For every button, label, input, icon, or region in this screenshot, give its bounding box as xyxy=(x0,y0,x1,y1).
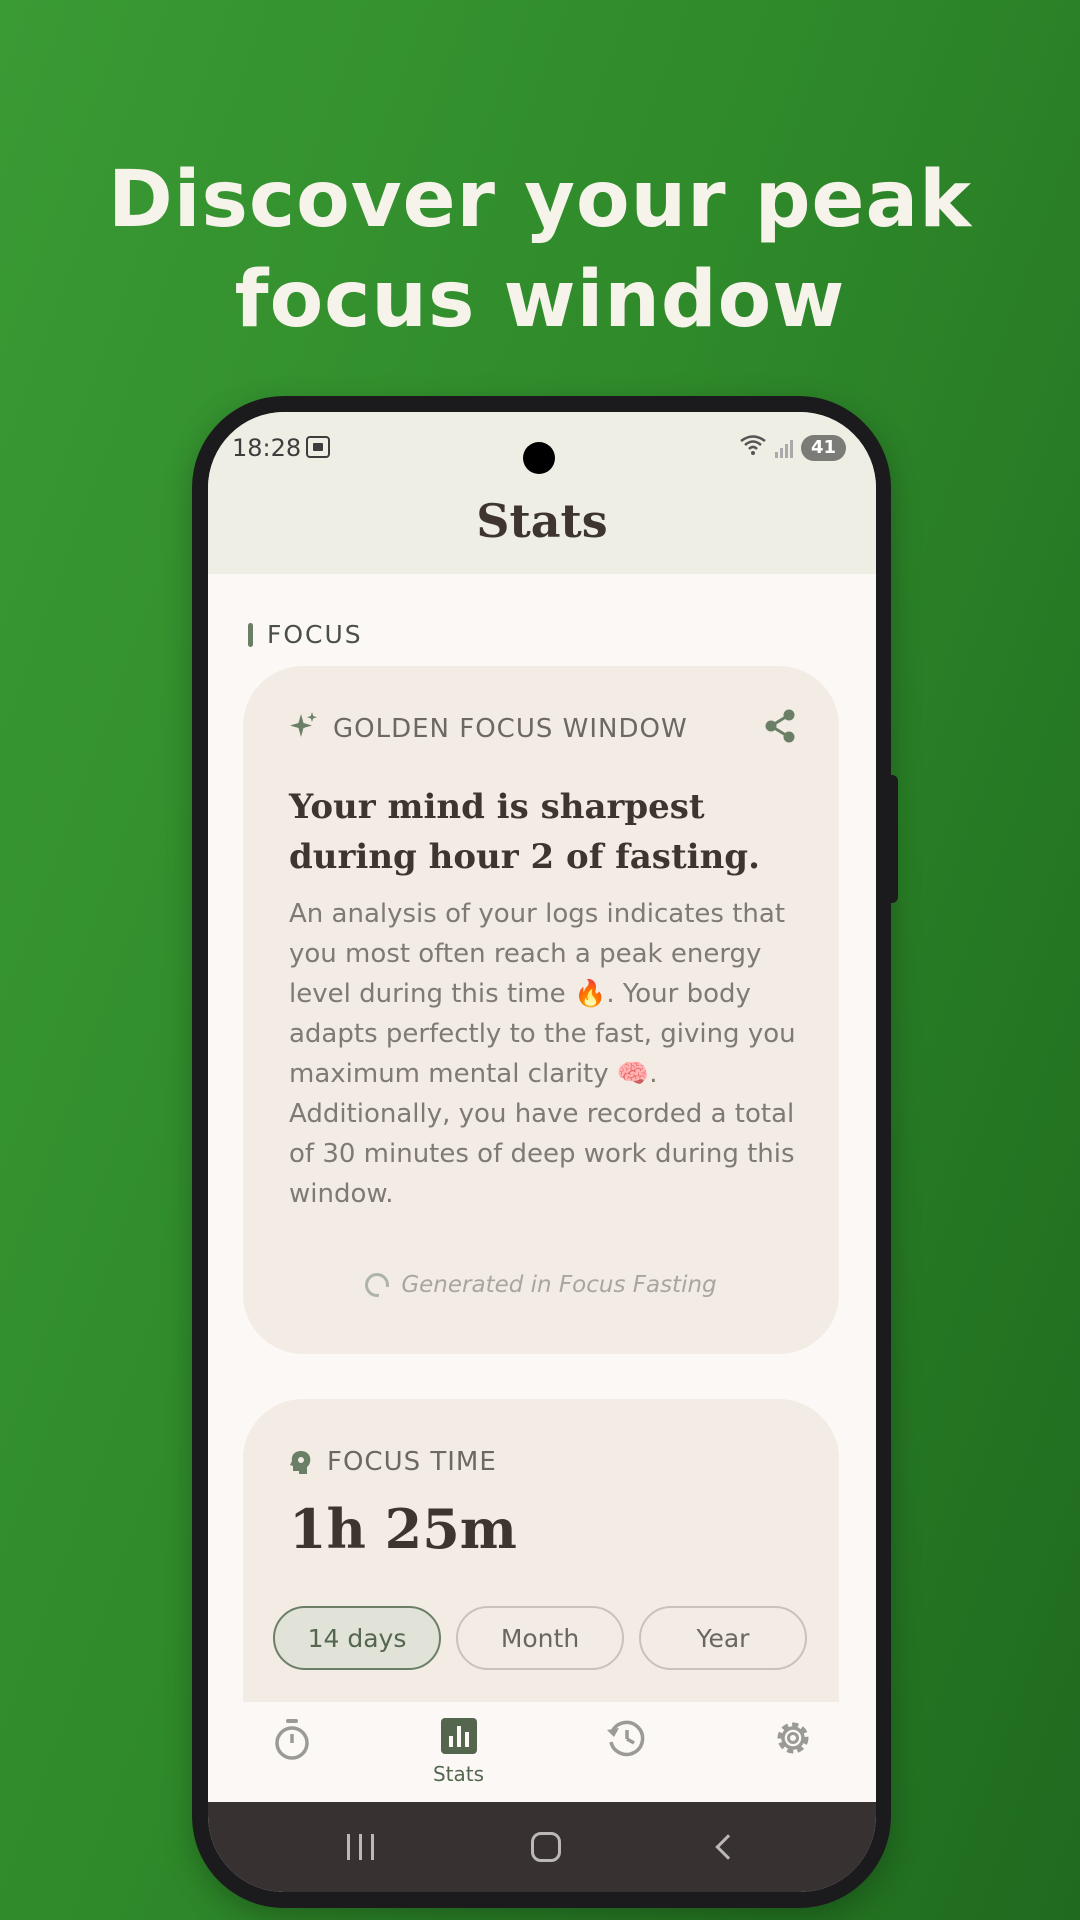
screenshot-icon xyxy=(306,436,330,458)
status-time: 18:28 xyxy=(232,434,302,462)
section-accent-bar xyxy=(248,622,253,647)
timer-icon xyxy=(272,1718,312,1766)
status-indicators: 41 xyxy=(739,434,846,461)
golden-card-label: GOLDEN FOCUS WINDOW xyxy=(333,714,688,744)
phone-screen: 18:28 41 Stats FOCUS GOLDEN FOCUS WINDOW… xyxy=(208,412,876,1892)
golden-card-title: Your mind is sharpest during hour 2 of f… xyxy=(289,787,760,877)
golden-card-header: GOLDEN FOCUS WINDOW xyxy=(289,710,688,748)
promo-headline: Discover your peak focus window xyxy=(0,150,1080,350)
settings-icon xyxy=(773,1718,813,1762)
section-header: FOCUS xyxy=(248,620,363,649)
range-14-days-button[interactable]: 14 days xyxy=(273,1606,441,1670)
focus-time-label: FOCUS TIME xyxy=(327,1447,497,1477)
golden-card-body: An analysis of your logs indicates that … xyxy=(289,899,796,1209)
wifi-icon xyxy=(739,434,767,461)
generated-footer: Generated in Focus Fasting xyxy=(243,1272,839,1298)
app-logo-icon xyxy=(365,1273,390,1297)
headline-line-1: Discover your peak xyxy=(108,155,972,245)
signal-icon xyxy=(774,438,793,458)
generated-text: Generated in Focus Fasting xyxy=(401,1272,717,1298)
history-icon xyxy=(605,1718,647,1764)
range-month-button[interactable]: Month xyxy=(456,1606,624,1670)
nav-item-history[interactable] xyxy=(542,1702,709,1814)
front-camera xyxy=(523,442,555,474)
golden-focus-card: GOLDEN FOCUS WINDOW Your mind is sharpes… xyxy=(243,666,839,1354)
share-icon[interactable] xyxy=(763,708,797,744)
nav-label-stats: Stats xyxy=(432,1762,485,1786)
head-gear-icon xyxy=(289,1449,313,1475)
range-year-button[interactable]: Year xyxy=(639,1606,807,1670)
back-button[interactable] xyxy=(715,1834,741,1860)
nav-item-timer[interactable] xyxy=(208,1702,375,1814)
system-navigation-bar xyxy=(208,1802,876,1892)
focus-time-value: 1h 25m xyxy=(289,1497,517,1561)
focus-time-card: FOCUS TIME 1h 25m 14 days Month Year xyxy=(243,1399,839,1719)
nav-item-stats[interactable]: Stats xyxy=(375,1702,542,1814)
top-app-bar: 18:28 41 Stats xyxy=(208,412,876,574)
stats-icon xyxy=(440,1718,477,1758)
home-button[interactable] xyxy=(531,1832,562,1862)
recents-button[interactable] xyxy=(346,1834,374,1860)
headline-line-2: focus window xyxy=(234,255,846,345)
sparkle-icon xyxy=(289,710,319,748)
focus-time-header: FOCUS TIME xyxy=(289,1447,497,1477)
range-selector: 14 days Month Year xyxy=(273,1606,807,1670)
page-title: Stats xyxy=(476,494,608,548)
battery-indicator: 41 xyxy=(800,434,846,461)
phone-side-button xyxy=(889,775,898,903)
section-title: FOCUS xyxy=(267,620,363,649)
bottom-navigation: Stats xyxy=(208,1702,876,1814)
nav-item-settings[interactable] xyxy=(709,1702,876,1814)
